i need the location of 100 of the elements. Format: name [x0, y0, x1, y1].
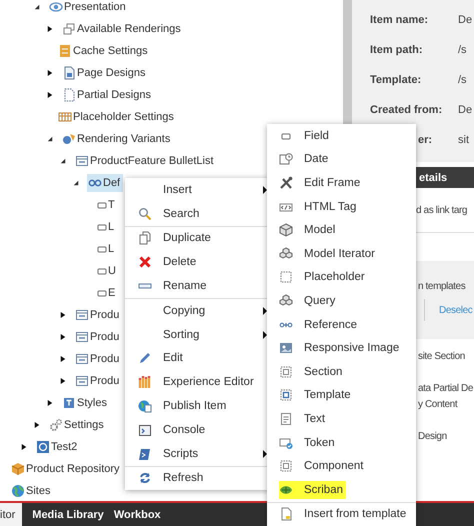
x-icon	[138, 255, 152, 270]
tree-item[interactable]: U	[96, 262, 119, 280]
document-icon	[279, 507, 293, 522]
tab[interactable]: itor	[0, 503, 22, 526]
globe-icon	[11, 484, 25, 498]
caret-right-icon[interactable]	[47, 92, 53, 98]
cubes-icon	[279, 294, 293, 308]
option-text: d as link targ	[416, 204, 468, 216]
window-icon	[75, 154, 89, 168]
cube-icon	[11, 462, 25, 476]
menu-item[interactable]: Edit Frame	[267, 171, 416, 195]
document-icon	[62, 88, 76, 102]
tree-item[interactable]: Cache Settings	[57, 42, 151, 60]
caret-down-icon[interactable]	[60, 158, 66, 164]
caret-right-icon[interactable]	[47, 400, 53, 406]
list-text: ata Partial De	[418, 382, 474, 396]
menu-item[interactable]: Insert from template	[267, 502, 416, 526]
dotted-square-icon	[279, 388, 293, 402]
caret-right-icon[interactable]	[60, 378, 66, 384]
caret-down-icon[interactable]	[34, 4, 40, 10]
list-text: y Content	[418, 398, 459, 412]
globe-icon	[36, 440, 50, 454]
search-icon	[138, 206, 152, 221]
tree-item[interactable]: Produ	[74, 372, 122, 390]
document-icon	[62, 66, 76, 80]
tree-item[interactable]: Partial Designs	[61, 86, 154, 104]
field-value: De	[458, 104, 472, 116]
tree-item[interactable]: ProductFeature BulletList	[74, 152, 217, 170]
field-value: /s	[458, 44, 467, 56]
caret-right-icon[interactable]	[60, 334, 66, 340]
list-text: Design	[418, 430, 448, 444]
caret-right-icon[interactable]	[21, 444, 27, 450]
window-icon	[75, 330, 89, 344]
window-icon	[75, 352, 89, 366]
tools-icon	[279, 176, 293, 190]
token-icon	[279, 436, 293, 450]
tree-item[interactable]: Produ	[74, 350, 122, 368]
menu-item[interactable]: Reference	[267, 312, 416, 336]
field-label: Template:	[370, 74, 422, 86]
tree-item[interactable]: Def	[87, 174, 124, 192]
section-title: etails	[419, 172, 448, 184]
caret-right-icon[interactable]	[47, 70, 53, 76]
field-label: er:	[417, 134, 434, 146]
caret-right-icon[interactable]	[47, 26, 53, 32]
tab[interactable]: Media Library	[32, 503, 104, 526]
tree-item[interactable]: Test2	[35, 438, 80, 456]
tab[interactable]: Workbox	[114, 503, 161, 526]
menu-item[interactable]: Field	[267, 124, 416, 148]
tree-item[interactable]: Placeholder Settings	[57, 108, 177, 126]
tree-item[interactable]: Presentation	[48, 0, 129, 16]
tree-item[interactable]: L	[96, 240, 118, 258]
windows-icon	[62, 22, 76, 36]
tree-item[interactable]: Produ	[74, 328, 122, 346]
tree-item[interactable]: Sites	[10, 482, 54, 500]
terminal-icon	[138, 422, 152, 437]
square-icon	[62, 396, 76, 410]
copy-icon	[138, 231, 152, 246]
caret-right-icon[interactable]	[34, 422, 40, 428]
calendar-icon	[279, 152, 293, 166]
caret-right-icon[interactable]	[60, 312, 66, 318]
refresh-icon	[138, 471, 152, 486]
menu-item[interactable]: Date	[267, 148, 416, 172]
tree-item[interactable]: L	[96, 218, 118, 236]
window-icon	[75, 308, 89, 322]
tree-item[interactable]: Available Renderings	[61, 20, 184, 38]
image-icon	[279, 341, 293, 356]
window-icon	[75, 374, 89, 388]
panel-title: n templates	[418, 281, 466, 294]
tree-item[interactable]: Settings	[48, 416, 107, 434]
tree-item[interactable]: Product Repository	[10, 460, 123, 478]
tree-item[interactable]: Rendering Variants	[61, 130, 174, 148]
field-value: /s	[458, 74, 467, 86]
pencil-icon	[138, 351, 152, 366]
tree-item[interactable]: E	[96, 284, 118, 302]
script-icon	[138, 446, 152, 461]
cube-icon	[279, 223, 293, 238]
dotted-square-icon	[279, 270, 293, 284]
tree-item[interactable]: Produ	[74, 306, 122, 324]
menu-item[interactable]: Refresh	[125, 466, 271, 490]
shapes-icon	[62, 132, 76, 146]
grid-icon	[58, 110, 72, 124]
tree-item[interactable]: T	[96, 196, 118, 214]
eye-icon	[49, 0, 63, 14]
tree-item[interactable]: Styles	[61, 394, 110, 412]
list-text: site Section	[418, 350, 466, 364]
caret-down-icon[interactable]	[73, 180, 79, 186]
caret-right-icon[interactable]	[60, 356, 66, 362]
cubes-icon	[279, 246, 293, 261]
dotted-square-icon	[279, 459, 293, 474]
tree-item[interactable]: Page Designs	[61, 64, 148, 82]
field-label: Item name:	[370, 14, 430, 26]
bars-icon	[138, 375, 152, 390]
globe-icon	[138, 399, 152, 414]
gear-icon	[49, 418, 63, 432]
dotted-square-icon	[279, 364, 293, 379]
document-icon	[279, 412, 293, 426]
field-value: sit	[458, 134, 469, 146]
field-label: Created from:	[370, 104, 444, 116]
caret-down-icon[interactable]	[47, 136, 53, 142]
box-icon	[58, 44, 72, 58]
